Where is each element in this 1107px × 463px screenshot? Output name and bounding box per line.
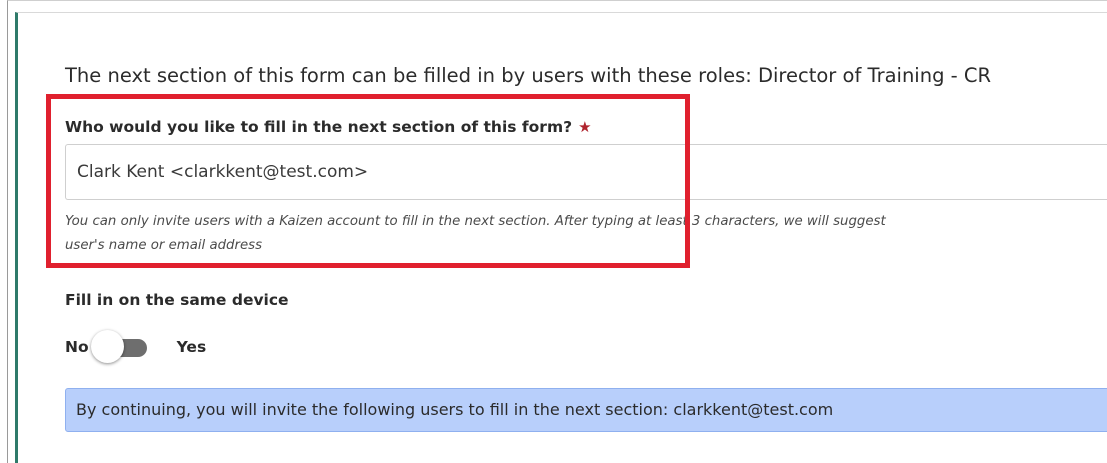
same-device-toggle[interactable] <box>90 330 149 364</box>
screenshot-frame: The next section of this form can be fil… <box>0 0 1107 463</box>
required-star-icon: ★ <box>578 118 592 136</box>
help-text-line: user's name or email address <box>65 238 263 253</box>
help-text-line: You can only invite users with a Kaizen … <box>65 214 886 229</box>
toggle-off-label: No <box>65 338 89 356</box>
invitee-help-text: You can only invite users with a Kaizen … <box>65 210 1107 260</box>
same-device-label: Fill in on the same device <box>65 291 289 309</box>
roles-description: The next section of this form can be fil… <box>65 64 992 87</box>
invitee-question-text: Who would you like to fill in the next s… <box>65 118 573 136</box>
invitee-input[interactable]: Clark Kent <clarkkent@test.com> <box>65 144 1107 200</box>
invitee-question-label: Who would you like to fill in the next s… <box>65 118 592 136</box>
toggle-knob <box>90 330 124 363</box>
same-device-toggle-row: No Yes <box>65 330 206 364</box>
invite-info-banner: By continuing, you will invite the follo… <box>65 388 1107 432</box>
toggle-on-label: Yes <box>176 338 207 356</box>
